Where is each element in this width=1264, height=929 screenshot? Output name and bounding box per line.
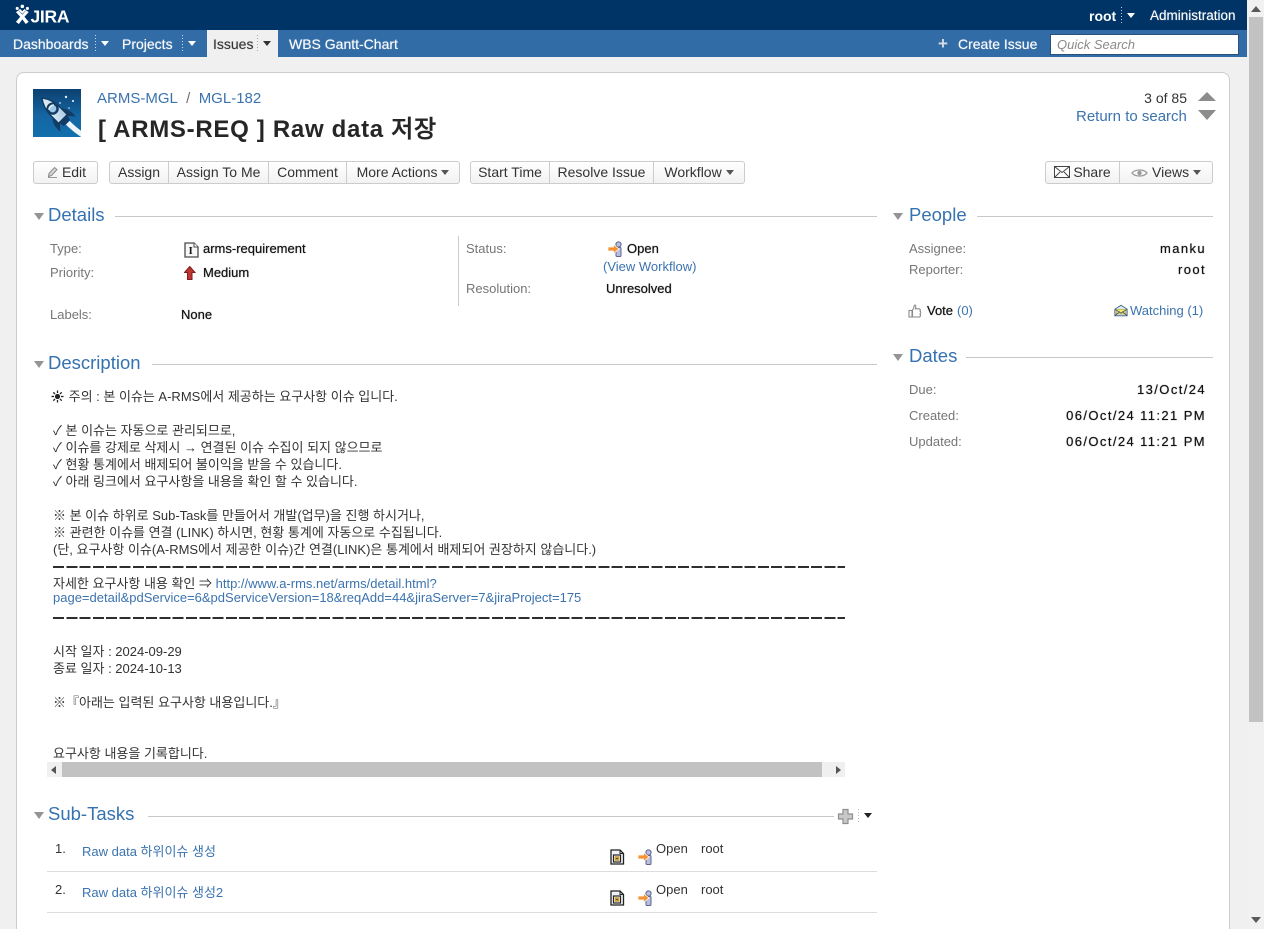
svg-text:JIRA: JIRA xyxy=(31,7,70,27)
svg-text:I: I xyxy=(189,246,193,257)
